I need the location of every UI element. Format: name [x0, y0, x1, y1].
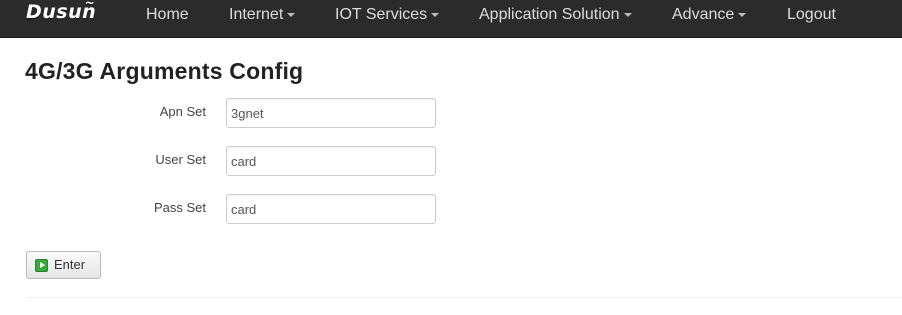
chevron-down-icon — [738, 12, 747, 17]
apn-label: Apn Set — [159, 104, 206, 119]
pass-input[interactable] — [226, 194, 436, 224]
nav-application-solution-label: Application Solution — [479, 6, 620, 23]
nav-application-solution[interactable]: Application Solution — [479, 0, 632, 30]
user-label: User Set — [155, 152, 206, 167]
pass-row: Pass Set — [0, 194, 902, 224]
chevron-down-icon — [623, 12, 632, 17]
nav-iot-services-label: IOT Services — [335, 6, 428, 23]
enter-button[interactable]: Enter — [26, 251, 101, 279]
top-navbar: Dusun ~ Home Internet IOT Services Applic… — [0, 0, 902, 38]
pass-label: Pass Set — [153, 200, 206, 215]
nav-iot-services[interactable]: IOT Services — [335, 0, 440, 30]
user-row: User Set — [0, 146, 902, 176]
enter-button-label: Enter — [54, 257, 86, 272]
chevron-down-icon — [431, 12, 440, 17]
nav-internet-label: Internet — [229, 6, 284, 23]
page-title: 4G/3G Arguments Config — [25, 58, 304, 84]
apn-input[interactable] — [226, 98, 436, 128]
user-input[interactable] — [226, 146, 436, 176]
nav-logout[interactable]: Logout — [787, 0, 836, 30]
divider — [26, 297, 902, 298]
nav-internet[interactable]: Internet — [229, 0, 296, 30]
nav-advance[interactable]: Advance — [672, 0, 747, 30]
brand-logo-accent: ~ — [84, 0, 96, 10]
nav-advance-label: Advance — [672, 6, 735, 23]
apn-row: Apn Set — [0, 98, 902, 128]
nav-home[interactable]: Home — [146, 0, 189, 30]
nav-home-label: Home — [146, 6, 189, 23]
play-arrow-icon — [35, 259, 48, 272]
chevron-down-icon — [287, 12, 296, 17]
nav-logout-label: Logout — [787, 6, 836, 23]
brand-logo[interactable]: Dusun ~ — [26, 0, 96, 25]
